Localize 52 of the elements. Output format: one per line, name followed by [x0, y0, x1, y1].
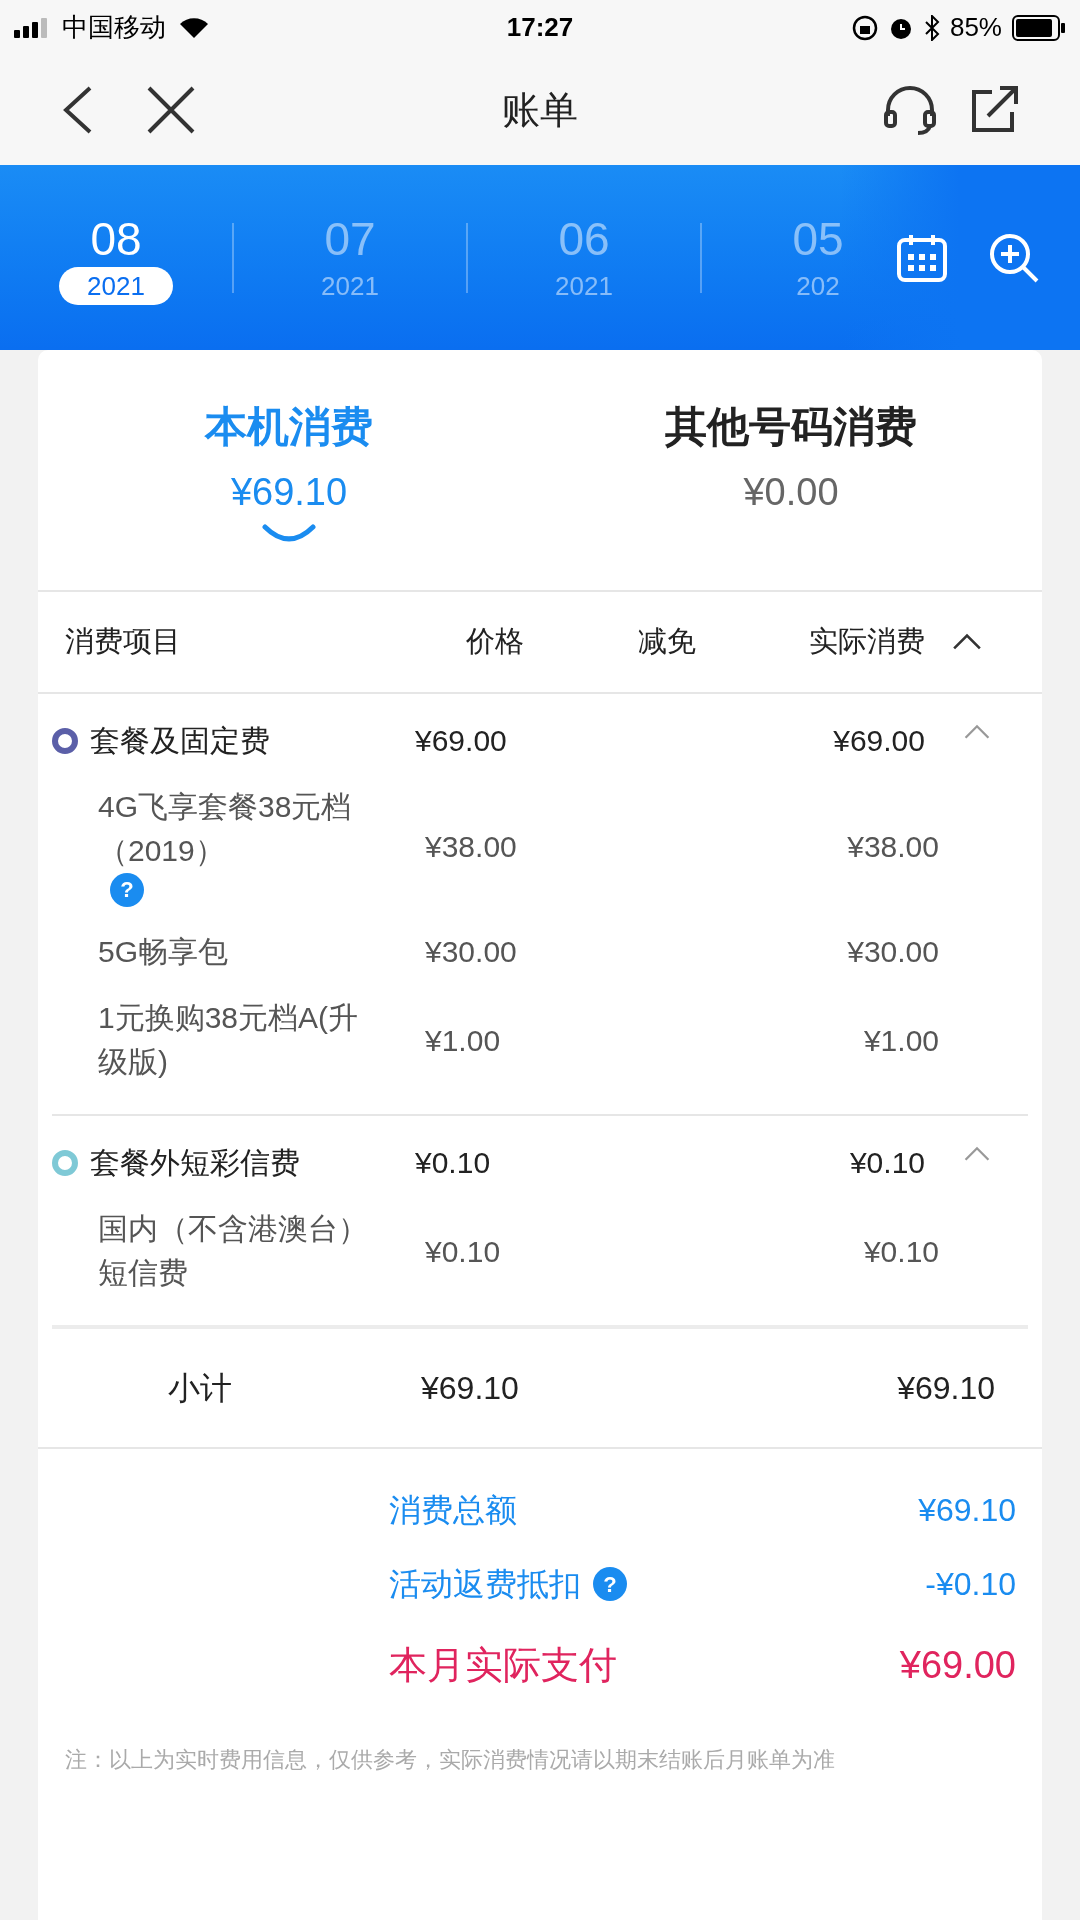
actual-text: ¥38.00 — [846, 828, 939, 865]
headset-icon[interactable] — [882, 84, 938, 136]
total-label: 消费总额 — [389, 1491, 517, 1530]
help-icon[interactable]: ? — [593, 1567, 627, 1601]
page-title: 账单 — [502, 87, 578, 133]
item-name: 4G飞享套餐38元档（2019） — [98, 789, 353, 869]
close-icon[interactable] — [146, 85, 196, 135]
summary-tab[interactable]: 其他号码消费 ¥0.00 — [540, 350, 1042, 590]
total-value: -¥0.10 — [925, 1565, 1016, 1604]
category-name: 套餐外短彩信费 — [90, 1145, 300, 1181]
note-text: 注：以上为实时费用信息，仅供参考，实际消费情况请以期末结账后月账单为准 — [64, 1746, 836, 1774]
subtotal-label: 小计 — [167, 1369, 233, 1408]
price-text: ¥38.00 — [425, 828, 518, 865]
column-header: 消费项目 — [64, 624, 182, 660]
item-name: 国内（不含港澳台）短信费 — [98, 1211, 369, 1291]
column-header: 实际消费 — [808, 624, 925, 660]
wifi-icon — [178, 15, 210, 40]
summary-tab[interactable]: 本机消费 ¥69.10 — [38, 350, 540, 590]
rotation-lock-icon — [851, 14, 878, 41]
category-name: 套餐及固定费 — [90, 723, 270, 759]
price-text: ¥30.00 — [425, 934, 518, 970]
actual-text: ¥0.10 — [848, 1145, 925, 1181]
month-tab[interactable]: 08 2021 — [0, 210, 232, 305]
item-name: 1元换购38元档A(升级版) — [98, 1000, 360, 1080]
price-text: ¥69.00 — [415, 723, 508, 759]
total-label: 本月实际支付 — [389, 1642, 617, 1688]
battery-percent: 85% — [949, 11, 1002, 44]
total-label: 活动返费抵扣 — [389, 1565, 581, 1604]
total-value: ¥69.00 — [899, 1642, 1016, 1688]
battery-icon — [1012, 14, 1066, 41]
clock-time: 17:27 — [506, 11, 574, 44]
item-name: 5G畅享包 — [98, 933, 229, 970]
price-text: ¥69.10 — [421, 1369, 520, 1408]
bluetooth-icon — [923, 14, 940, 41]
column-header: 减免 — [636, 624, 697, 660]
month-tab[interactable]: 07 2021 — [234, 210, 466, 305]
actual-text: ¥1.00 — [862, 1022, 939, 1059]
price-text: ¥0.10 — [415, 1145, 492, 1181]
total-value: ¥69.10 — [918, 1491, 1016, 1530]
column-header: 价格 — [466, 624, 525, 660]
actual-text: ¥69.10 — [896, 1369, 995, 1408]
carrier-name: 中国移动 — [62, 11, 166, 44]
price-text: ¥0.10 — [425, 1233, 502, 1270]
zoom-in-icon[interactable] — [988, 231, 1040, 284]
help-icon[interactable]: ? — [110, 873, 144, 907]
actual-text: ¥0.10 — [862, 1233, 939, 1270]
actual-text: ¥30.00 — [846, 934, 939, 970]
price-text: ¥1.00 — [425, 1022, 502, 1059]
month-tab[interactable]: 05 202 — [702, 210, 934, 305]
collapse-chevron-icon[interactable] — [951, 633, 983, 651]
month-tab[interactable]: 06 2021 — [468, 210, 700, 305]
actual-text: ¥69.00 — [832, 723, 925, 759]
